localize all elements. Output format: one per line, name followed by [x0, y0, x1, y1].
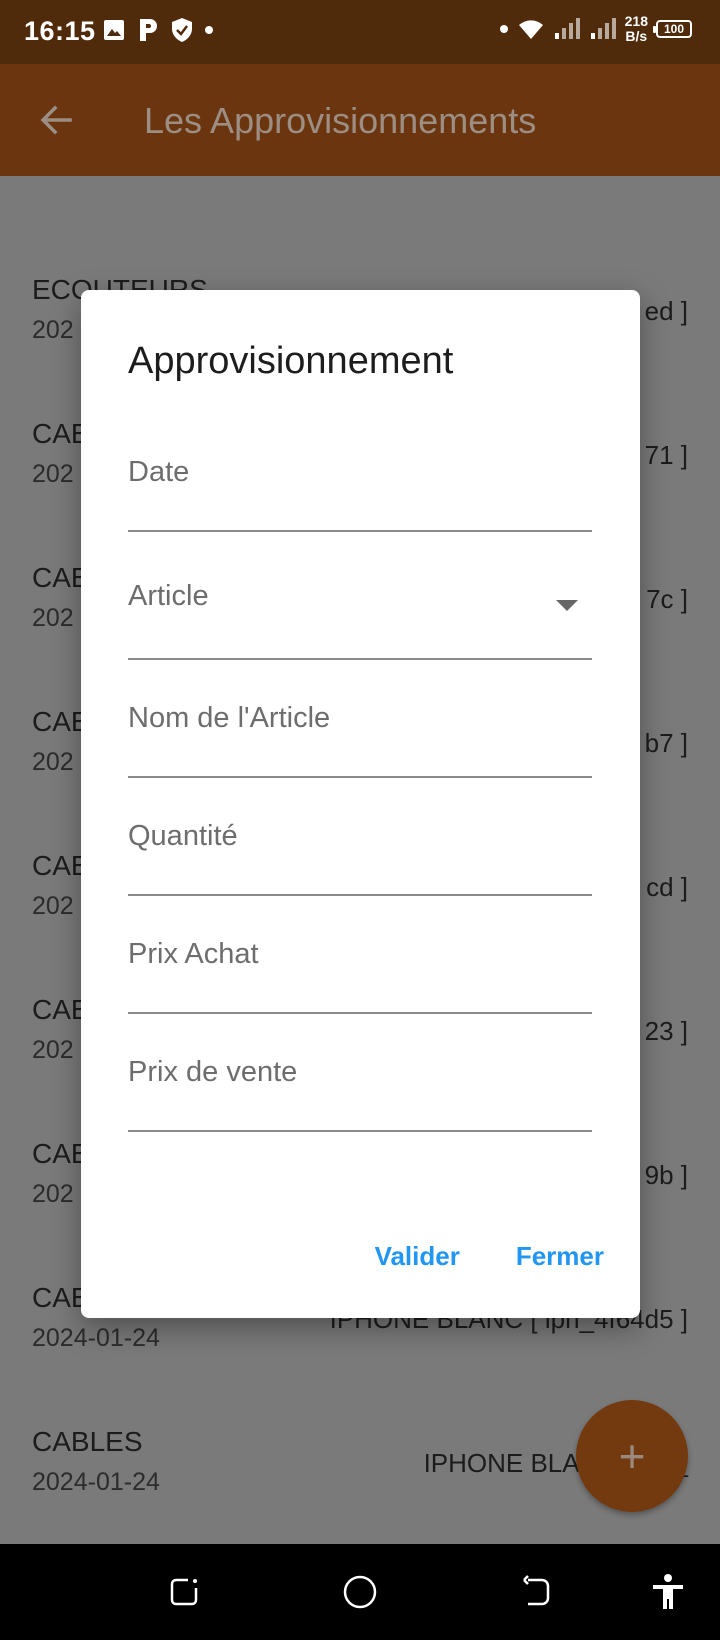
validate-button[interactable]: Valider — [375, 1241, 460, 1272]
article-name-label: Nom de l'Article — [128, 702, 331, 734]
dialog-title: Approvisionnement — [128, 340, 454, 382]
system-icons: 218 B/s 100 — [499, 14, 692, 44]
accessibility-icon — [653, 1574, 683, 1609]
item-date: 202 — [32, 1036, 74, 1064]
back-nav-icon — [523, 1575, 550, 1606]
date-field[interactable]: Date — [128, 440, 592, 532]
item-article: b7 ] — [644, 728, 688, 758]
quantity-label: Quantité — [128, 820, 238, 852]
p-app-icon — [140, 19, 157, 41]
battery-icon: 100 — [653, 20, 692, 38]
item-article: 7c ] — [646, 584, 688, 614]
home-icon — [343, 1575, 377, 1609]
item-date: 202 — [32, 460, 74, 488]
add-button[interactable]: + — [576, 1400, 688, 1512]
back-button[interactable] — [30, 94, 82, 146]
sale-price-label: Prix de vente — [128, 1056, 298, 1088]
notification-icons — [102, 17, 214, 43]
item-date: 2024-01-24 — [32, 1468, 160, 1496]
item-date: 202 — [32, 604, 74, 632]
chevron-down-icon — [556, 600, 578, 611]
network-speed-value: 218 — [624, 13, 648, 29]
navigation-bar — [0, 1544, 720, 1640]
accessibility-button[interactable] — [644, 1568, 692, 1616]
item-article: 23 ] — [644, 1016, 688, 1046]
shield-check-icon — [172, 18, 192, 42]
sale-price-field[interactable]: Prix de vente — [128, 1042, 592, 1132]
dot-icon — [205, 26, 213, 34]
item-article: cd ] — [646, 872, 688, 902]
arrow-left-icon — [40, 105, 72, 135]
quantity-field[interactable]: Quantité — [128, 806, 592, 896]
battery-level: 100 — [663, 22, 685, 36]
recents-icon — [170, 1578, 198, 1606]
back-nav-button[interactable] — [512, 1568, 560, 1616]
dialog-actions: Valider Fermer — [375, 1241, 604, 1272]
signal-icon — [590, 18, 616, 39]
item-date: 202 — [32, 316, 74, 344]
item-category: CABLES — [32, 1426, 143, 1457]
item-article: ed ] — [644, 296, 688, 326]
article-dropdown[interactable]: Article — [128, 564, 592, 660]
network-speed: 218 B/s — [625, 14, 648, 44]
signal-icon — [554, 18, 580, 39]
article-name-field[interactable]: Nom de l'Article — [128, 688, 592, 778]
plus-icon: + — [618, 1430, 646, 1482]
dot-icon — [499, 25, 508, 33]
image-icon — [104, 20, 124, 40]
app-bar: Les Approvisionnements — [0, 64, 720, 176]
close-button[interactable]: Fermer — [516, 1241, 604, 1272]
page-title: Les Approvisionnements — [144, 100, 537, 141]
supply-dialog: Approvisionnement Date Article Nom de l'… — [81, 290, 640, 1318]
item-date: 2024-01-24 — [32, 1324, 160, 1352]
date-label: Date — [128, 456, 190, 488]
recents-button[interactable] — [160, 1568, 208, 1616]
item-date: 202 — [32, 748, 74, 776]
purchase-price-field[interactable]: Prix Achat — [128, 924, 592, 1014]
item-date: 202 — [32, 1180, 74, 1208]
wifi-icon — [518, 20, 543, 39]
item-date: 202 — [32, 892, 74, 920]
item-article: 9b ] — [644, 1160, 688, 1190]
article-label: Article — [128, 580, 209, 612]
network-speed-unit: B/s — [625, 28, 648, 44]
status-bar: 16:15 218 B/s 100 — [0, 0, 720, 64]
home-button[interactable] — [336, 1568, 384, 1616]
status-time: 16:15 — [24, 16, 96, 46]
item-article: 71 ] — [644, 440, 688, 470]
purchase-price-label: Prix Achat — [128, 938, 259, 970]
